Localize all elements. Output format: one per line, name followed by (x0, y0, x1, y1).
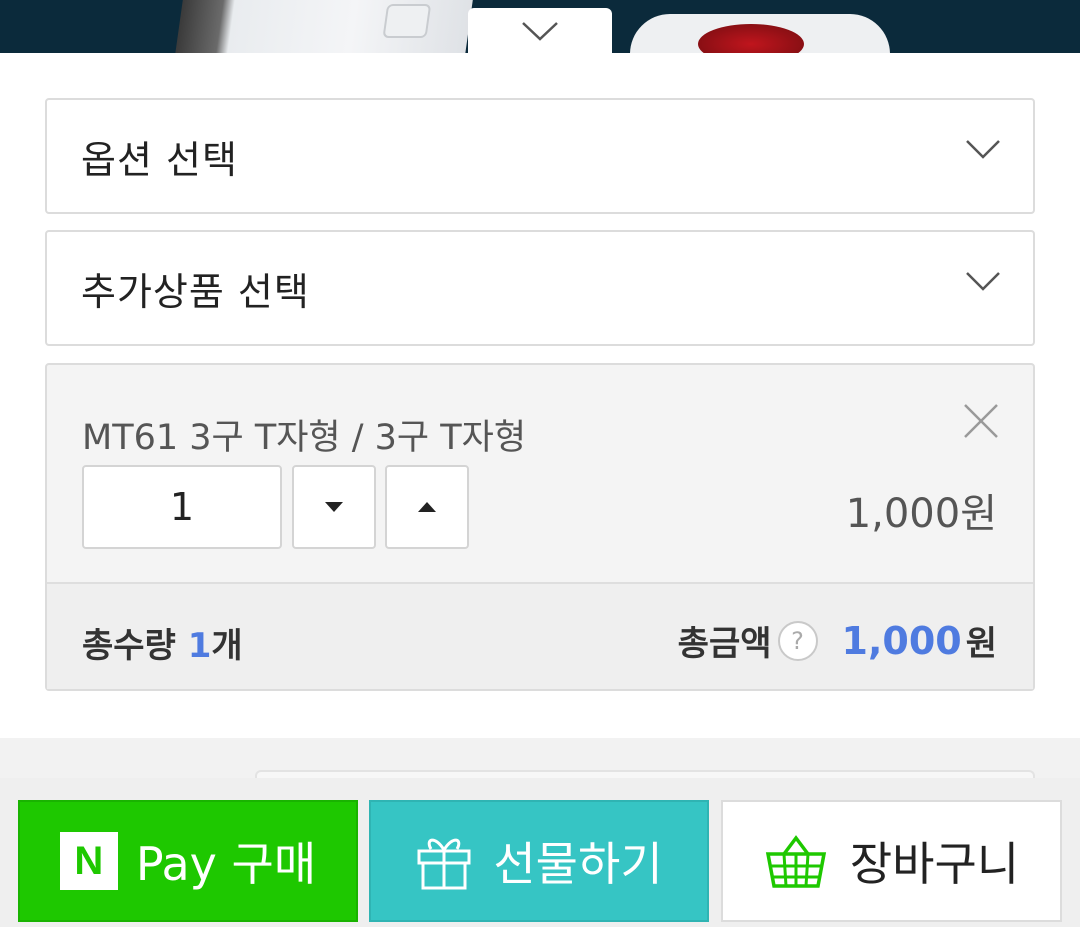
close-icon[interactable] (961, 401, 1001, 441)
help-icon[interactable]: ? (777, 620, 818, 661)
product-image-right (630, 14, 890, 53)
cart-label: 장바구니 (849, 837, 1020, 891)
total-amount: 총금액 ? 1,000 원 (678, 616, 997, 665)
caret-up-icon (418, 502, 436, 512)
caret-down-icon (325, 502, 343, 512)
total-amount-unit: 원 (965, 624, 997, 664)
selected-option-panel: MT61 3구 T자형 / 3구 T자형 1 1,000원 총수량 1개 총금액… (45, 363, 1035, 691)
total-amount-label: 총금액 (677, 624, 772, 664)
total-quantity-value: 1 (187, 626, 212, 666)
product-image-left (174, 0, 476, 53)
option-select[interactable]: 옵션 선택 (45, 98, 1035, 214)
gift-icon (417, 838, 471, 890)
gift-button[interactable]: 선물하기 (369, 800, 709, 922)
chevron-down-icon (966, 272, 1000, 291)
gift-label: 선물하기 (493, 837, 663, 891)
addon-select-label: 추가상품 선택 (81, 269, 310, 314)
option-price: 1,000원 (845, 491, 997, 537)
collapse-toggle-button[interactable] (468, 8, 612, 53)
quantity-input[interactable]: 1 (82, 465, 282, 549)
total-amount-value: 1,000 (841, 618, 962, 663)
quantity-decrease-button[interactable] (292, 465, 376, 549)
npay-purchase-label: Pay 구매 (135, 837, 317, 891)
option-select-label: 옵션 선택 (81, 137, 238, 182)
total-quantity-unit: 개 (211, 626, 243, 666)
chevron-down-icon (522, 22, 558, 41)
npay-purchase-button[interactable]: N Pay 구매 (18, 800, 358, 922)
total-quantity-label: 총수량 (82, 626, 176, 666)
chevron-down-icon (966, 140, 1000, 159)
naver-n-logo: N (59, 832, 118, 890)
product-image-banner (0, 0, 1080, 53)
basket-icon (765, 835, 826, 888)
quantity-increase-button[interactable] (385, 465, 469, 549)
cart-button[interactable]: 장바구니 (721, 800, 1062, 922)
order-summary: 총수량 1개 총금액 ? 1,000 원 (47, 584, 1033, 689)
addon-select[interactable]: 추가상품 선택 (45, 230, 1035, 346)
selected-option-name: MT61 3구 T자형 / 3구 T자형 (82, 418, 527, 458)
total-quantity: 총수량 1개 (82, 618, 243, 667)
